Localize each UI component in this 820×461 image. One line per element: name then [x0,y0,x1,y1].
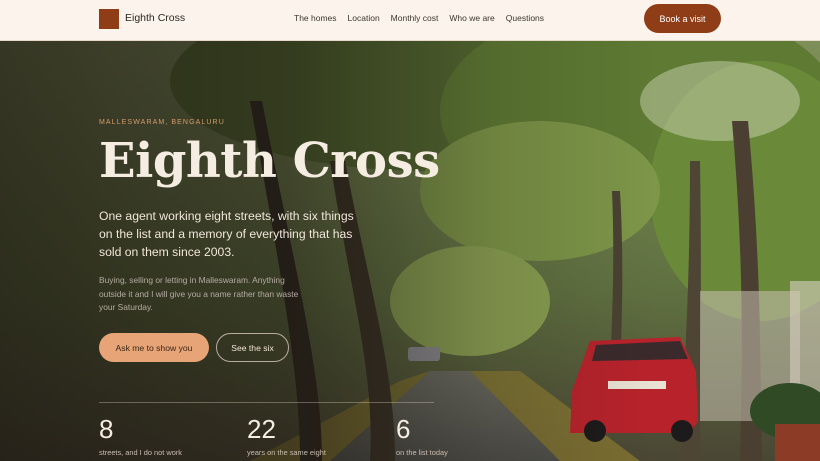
hero-subtext: Buying, selling or letting in Malleswara… [99,275,299,312]
nav-the-homes[interactable]: The homes [294,13,337,23]
nav-monthly-cost[interactable]: Monthly cost [391,13,439,23]
book-visit-button[interactable]: Book a visit [644,4,721,33]
hero-eyebrow: MALLESWARAM, BENGALURU [99,119,225,126]
see-the-six-button[interactable]: See the six [216,333,289,362]
stat-label: on the list today [396,448,448,457]
stat-value: 6 [396,414,411,444]
nav-location[interactable]: Location [348,13,380,23]
hero-title: Eighth Cross [99,133,440,189]
main-nav: The homes Location Monthly cost Who we a… [294,13,544,23]
site-header: Eighth Cross The homes Location Monthly … [0,0,820,41]
ask-to-show-button[interactable]: Ask me to show you [99,333,209,362]
stat-value: 22 [247,414,276,444]
stat-years: 22 years on the same eight [247,414,326,457]
logo-mark[interactable] [99,9,119,29]
stats-divider [99,402,434,403]
nav-who-we-are[interactable]: Who we are [449,13,494,23]
stat-label: years on the same eight [247,448,326,457]
nav-questions[interactable]: Questions [506,13,544,23]
stat-listings: 6 on the list today [396,414,448,457]
stat-value: 8 [99,414,114,444]
stat-streets: 8 streets, and I do not work [99,414,182,457]
stat-label: streets, and I do not work [99,448,182,457]
brand-name[interactable]: Eighth Cross [125,12,185,24]
hero-lede: One agent working eight streets, with si… [99,209,354,259]
